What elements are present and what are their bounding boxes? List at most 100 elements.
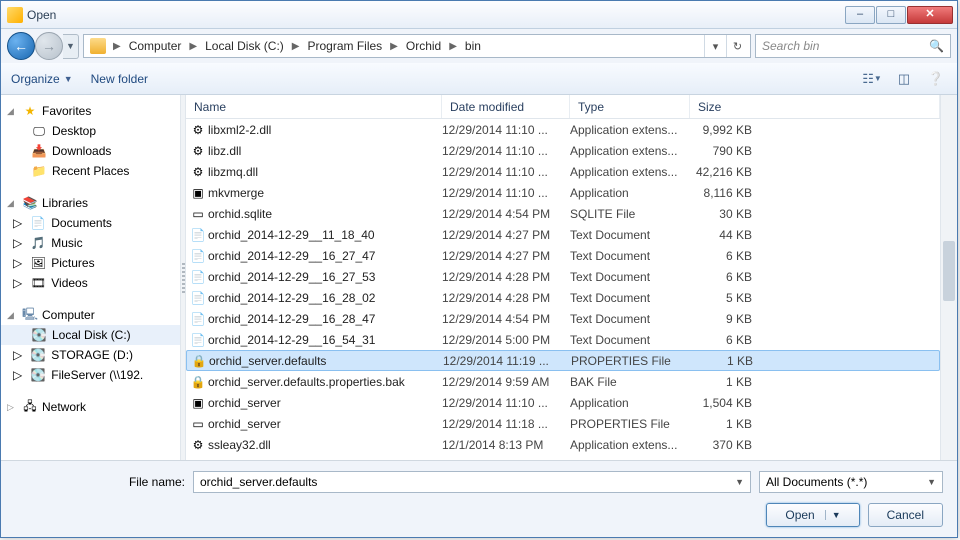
column-name[interactable]: Name — [186, 95, 442, 118]
file-size: 790 KB — [690, 144, 760, 158]
file-row[interactable]: ▣mkvmerge12/29/2014 11:10 ...Application… — [186, 182, 940, 203]
nav-fileserver[interactable]: ▷💽FileServer (\\192. — [1, 365, 180, 385]
file-type: Text Document — [570, 312, 690, 326]
nav-pictures[interactable]: ▷🖼Pictures — [1, 253, 180, 273]
computer-icon: 🖳 — [22, 307, 38, 323]
maximize-button[interactable]: □ — [876, 6, 906, 24]
filename-input[interactable]: orchid_server.defaults ▼ — [193, 471, 751, 493]
file-size: 1,504 KB — [690, 396, 760, 410]
chevron-right-icon[interactable]: ▶ — [387, 41, 401, 52]
nav-desktop[interactable]: 🖵Desktop — [1, 121, 180, 141]
file-type: Application extens... — [570, 144, 690, 158]
nav-local-disk-c[interactable]: 💽Local Disk (C:) — [1, 325, 180, 345]
file-row[interactable]: ⚙libzmq.dll12/29/2014 11:10 ...Applicati… — [186, 161, 940, 182]
forward-button[interactable]: → — [35, 32, 63, 60]
minimize-button[interactable]: – — [845, 6, 875, 24]
search-input[interactable]: Search bin 🔍 — [755, 34, 951, 58]
chevron-right-icon[interactable]: ▶ — [186, 41, 200, 52]
history-dropdown[interactable]: ▼ — [63, 34, 79, 59]
file-size: 9 KB — [690, 312, 760, 326]
expand-icon[interactable]: ▷ — [13, 216, 22, 230]
file-type-filter[interactable]: All Documents (*.*) ▼ — [759, 471, 943, 493]
file-icon: 📄 — [188, 333, 208, 347]
search-icon[interactable]: 🔍 — [929, 39, 944, 53]
recent-icon: 📁 — [31, 163, 47, 179]
expand-icon[interactable]: ▷ — [13, 256, 22, 270]
bottom-panel: File name: orchid_server.defaults ▼ All … — [1, 460, 957, 537]
organize-menu[interactable]: Organize ▼ — [11, 72, 73, 86]
collapse-icon[interactable]: ◢ — [7, 310, 18, 321]
file-type: BAK File — [570, 375, 690, 389]
file-row[interactable]: 📄orchid_2014-12-29__16_27_4712/29/2014 4… — [186, 245, 940, 266]
view-options-button[interactable]: ☷ ▼ — [861, 69, 883, 89]
titlebar[interactable]: Open – □ ✕ — [1, 1, 957, 29]
help-button[interactable]: ❔ — [925, 69, 947, 89]
breadcrumb-segment[interactable]: Program Files — [302, 35, 387, 57]
nav-downloads[interactable]: 📥Downloads — [1, 141, 180, 161]
cancel-button[interactable]: Cancel — [868, 503, 943, 527]
collapse-icon[interactable]: ◢ — [7, 198, 18, 209]
chevron-down-icon[interactable]: ▼ — [927, 477, 936, 487]
new-folder-button[interactable]: New folder — [91, 72, 148, 86]
open-button[interactable]: Open ▼ — [766, 503, 859, 527]
breadcrumb-segment[interactable]: bin — [460, 35, 486, 57]
file-row[interactable]: 📄orchid_2014-12-29__11_18_4012/29/2014 4… — [186, 224, 940, 245]
breadcrumb-segment[interactable]: Local Disk (C:) — [200, 35, 289, 57]
open-dialog: Open – □ ✕ ← → ▼ ▶ Computer ▶ Local Disk… — [0, 0, 958, 538]
file-row[interactable]: ▭orchid.sqlite12/29/2014 4:54 PMSQLITE F… — [186, 203, 940, 224]
nav-favorites-header[interactable]: ◢ ★ Favorites — [1, 101, 180, 121]
file-type: Text Document — [570, 228, 690, 242]
chevron-right-icon[interactable]: ▶ — [110, 41, 124, 52]
file-row[interactable]: 🔒orchid_server.defaults.properties.bak12… — [186, 371, 940, 392]
drive-icon: 💽 — [31, 327, 47, 343]
back-button[interactable]: ← — [7, 32, 35, 60]
chevron-right-icon[interactable]: ▶ — [446, 41, 460, 52]
nav-storage-d[interactable]: ▷💽STORAGE (D:) — [1, 345, 180, 365]
breadcrumb-segment[interactable]: Orchid — [401, 35, 446, 57]
refresh-button[interactable]: ↻ — [726, 35, 748, 57]
nav-computer-header[interactable]: ◢ 🖳 Computer — [1, 305, 180, 325]
file-type: Text Document — [570, 270, 690, 284]
collapse-icon[interactable]: ◢ — [7, 106, 18, 117]
close-button[interactable]: ✕ — [907, 6, 953, 24]
file-name: orchid_2014-12-29__16_28_02 — [208, 291, 442, 305]
column-type[interactable]: Type — [570, 95, 690, 118]
scrollbar[interactable] — [940, 95, 957, 460]
file-row[interactable]: 📄orchid_2014-12-29__16_28_0212/29/2014 4… — [186, 287, 940, 308]
file-row[interactable]: 📄orchid_2014-12-29__16_28_4712/29/2014 4… — [186, 308, 940, 329]
file-size: 1 KB — [691, 354, 761, 368]
file-row[interactable]: 📄orchid_2014-12-29__16_54_3112/29/2014 5… — [186, 329, 940, 350]
open-split-dropdown[interactable]: ▼ — [825, 510, 841, 520]
breadcrumb-dropdown[interactable]: ▾ — [704, 35, 726, 57]
expand-icon[interactable]: ▷ — [13, 236, 22, 250]
file-row[interactable]: ▣orchid_server12/29/2014 11:10 ...Applic… — [186, 392, 940, 413]
file-list[interactable]: ⚙libxml2-2.dll12/29/2014 11:10 ...Applic… — [186, 119, 940, 460]
column-size[interactable]: Size — [690, 95, 940, 118]
nav-documents[interactable]: ▷📄Documents — [1, 213, 180, 233]
file-type: PROPERTIES File — [570, 417, 690, 431]
nav-videos[interactable]: ▷🎞Videos — [1, 273, 180, 293]
file-row[interactable]: ⚙ssleay32.dll12/1/2014 8:13 PMApplicatio… — [186, 434, 940, 455]
file-row[interactable]: ⚙libz.dll12/29/2014 11:10 ...Application… — [186, 140, 940, 161]
navigation-pane[interactable]: ◢ ★ Favorites 🖵Desktop 📥Downloads 📁Recen… — [1, 95, 181, 460]
column-date[interactable]: Date modified — [442, 95, 570, 118]
nav-recent-places[interactable]: 📁Recent Places — [1, 161, 180, 181]
file-row[interactable]: 📄orchid_2014-12-29__16_27_5312/29/2014 4… — [186, 266, 940, 287]
file-icon: 📄 — [188, 291, 208, 305]
file-row[interactable]: ⚙libxml2-2.dll12/29/2014 11:10 ...Applic… — [186, 119, 940, 140]
expand-icon[interactable]: ▷ — [13, 348, 22, 362]
expand-icon[interactable]: ▷ — [7, 402, 18, 413]
nav-music[interactable]: ▷🎵Music — [1, 233, 180, 253]
nav-libraries-header[interactable]: ◢ 📚 Libraries — [1, 193, 180, 213]
chevron-down-icon[interactable]: ▼ — [735, 477, 744, 487]
breadcrumb-segment[interactable]: Computer — [124, 35, 187, 57]
scrollbar-thumb[interactable] — [943, 241, 955, 301]
breadcrumb-bar[interactable]: ▶ Computer ▶ Local Disk (C:) ▶ Program F… — [83, 34, 751, 58]
file-row[interactable]: 🔒orchid_server.defaults12/29/2014 11:19 … — [186, 350, 940, 371]
expand-icon[interactable]: ▷ — [13, 276, 22, 290]
file-row[interactable]: ▭orchid_server12/29/2014 11:18 ...PROPER… — [186, 413, 940, 434]
preview-pane-button[interactable]: ◫ — [893, 69, 915, 89]
nav-network-header[interactable]: ▷ 🖧 Network — [1, 397, 180, 417]
expand-icon[interactable]: ▷ — [13, 368, 22, 382]
chevron-right-icon[interactable]: ▶ — [289, 41, 303, 52]
